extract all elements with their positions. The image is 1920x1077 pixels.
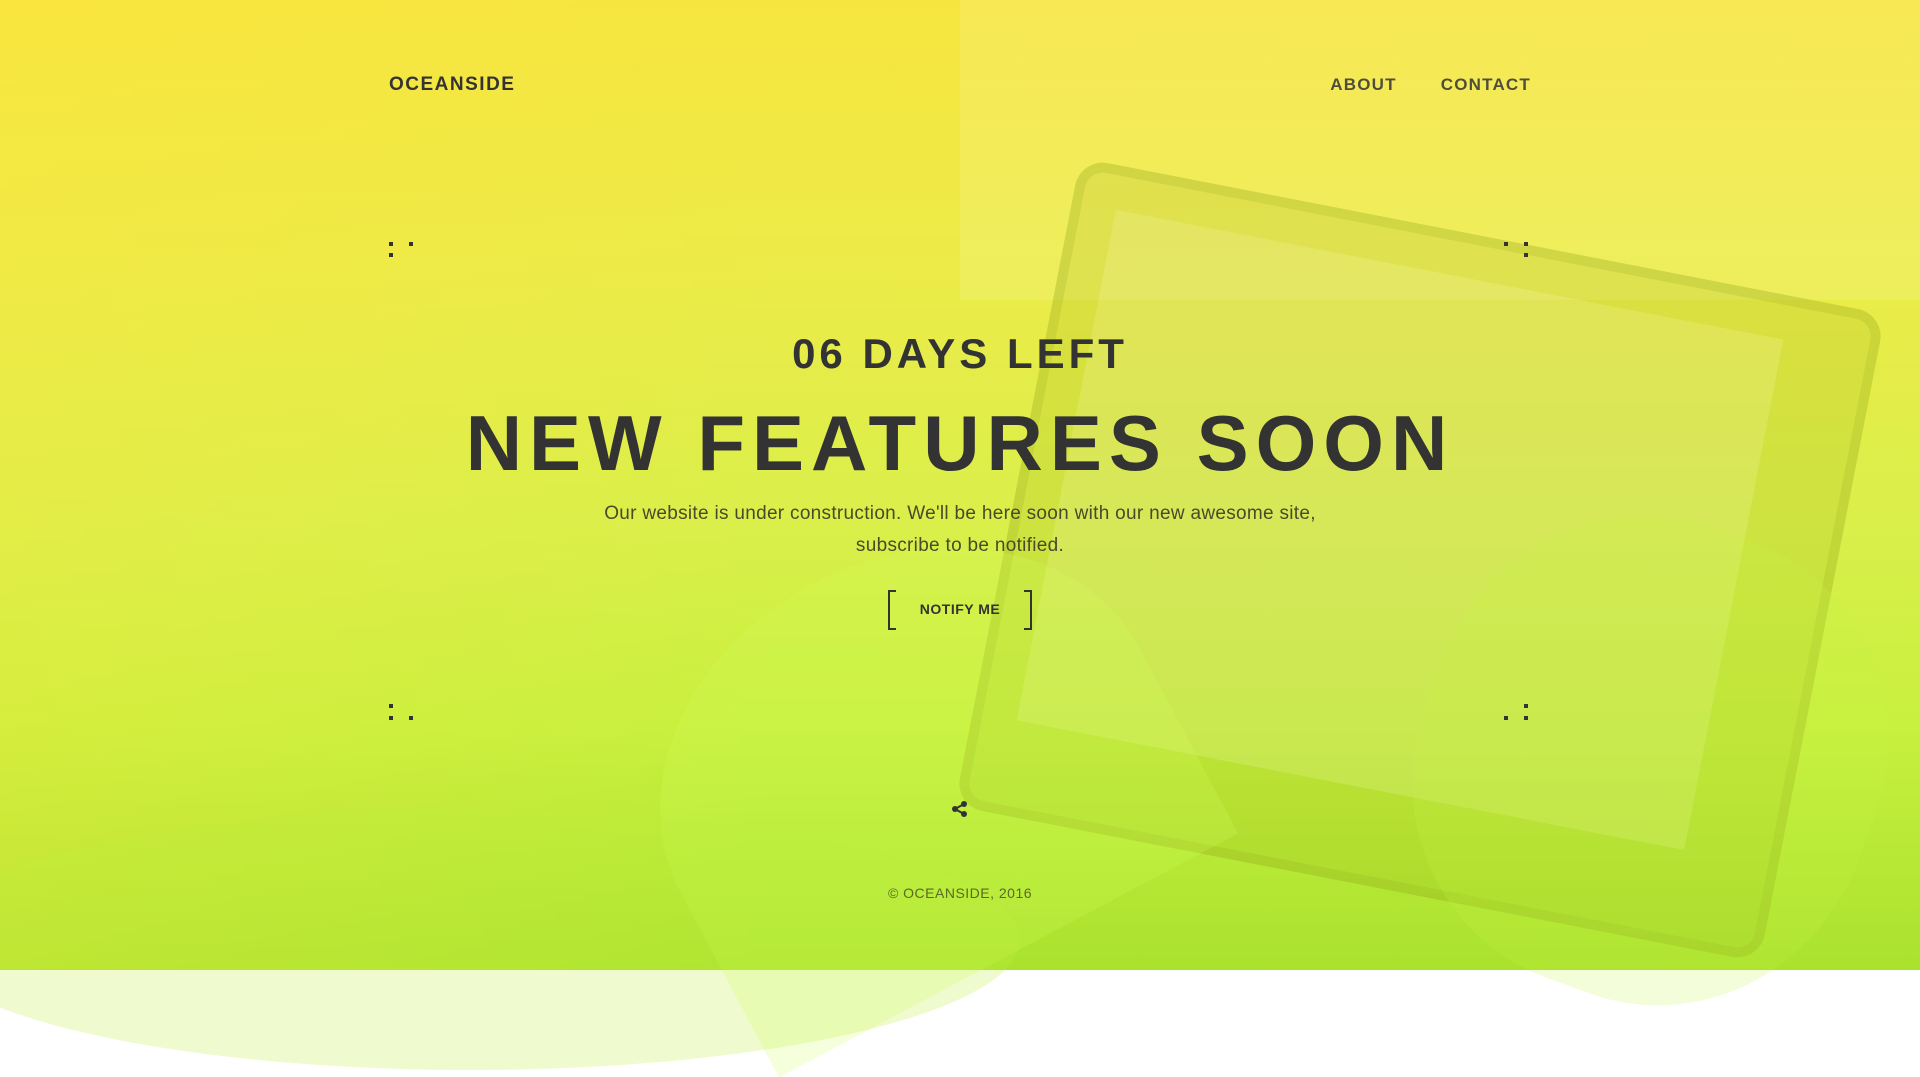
nav-link-contact[interactable]: CONTACT [1441,75,1531,95]
description-line: subscribe to be notified. [855,535,1065,556]
share-icon[interactable] [950,799,970,819]
notify-button[interactable]: NOTIFY ME [888,590,1032,630]
site-header: OCEANSIDE ABOUT CONTACT [389,70,1531,100]
site-logo[interactable]: OCEANSIDE [389,74,515,96]
main-nav: ABOUT CONTACT [1330,75,1531,95]
nav-link-about[interactable]: ABOUT [1330,75,1396,95]
corner-dots-icon [1504,702,1528,724]
bracket-right [1024,590,1032,630]
countdown-text: 06 DAYS LEFT [792,330,1128,377]
description-line: Our website is under construction. We'll… [604,503,1316,524]
corner-dots-icon [389,702,413,724]
corner-dots-icon [1504,237,1528,259]
corner-dots-icon [389,237,413,259]
footer-copyright: © OCEANSIDE, 2016 [887,885,1033,901]
bracket-left [888,590,896,630]
page-title: NEW FEATURES SOON [465,399,1455,487]
notify-button-label: NOTIFY ME [919,601,1001,617]
hero-description: Our website is under construction. We'll… [560,498,1360,562]
